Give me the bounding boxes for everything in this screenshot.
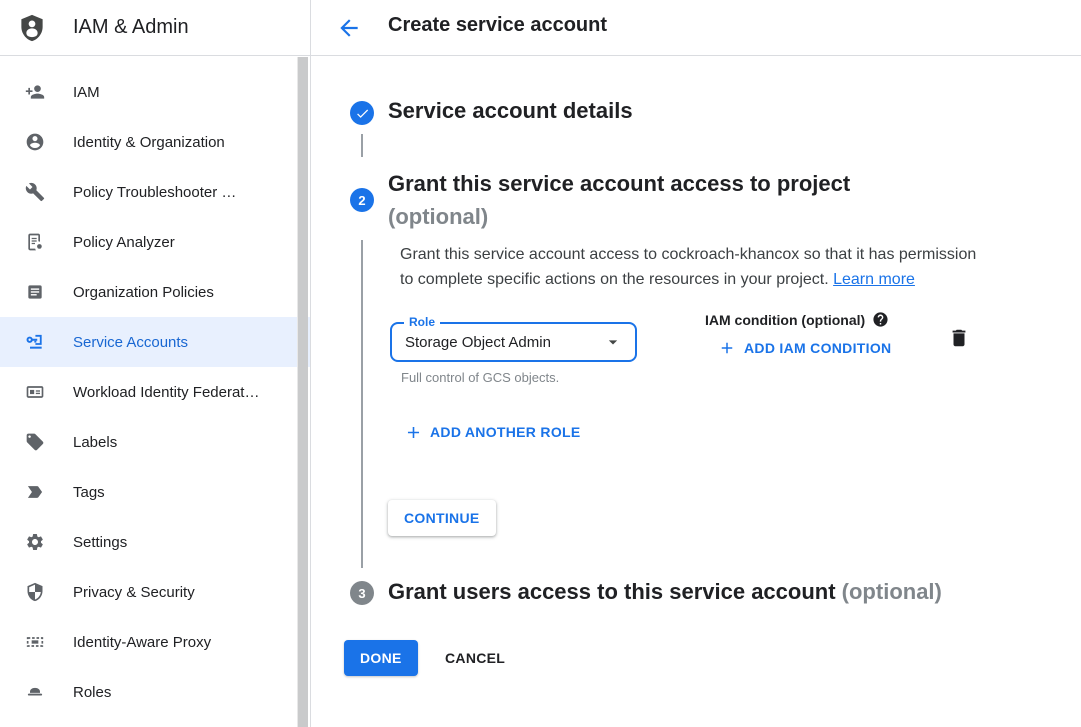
done-button[interactable]: DONE: [344, 640, 418, 676]
step-connector-line: [361, 134, 363, 157]
sidebar-item-label: Identity-Aware Proxy: [73, 634, 211, 651]
trash-icon: [948, 337, 970, 352]
back-arrow-icon: [336, 29, 362, 44]
step2-description: Grant this service account access to coc…: [400, 242, 1040, 292]
policy-analyzer-icon: [25, 232, 45, 252]
wrench-icon: [25, 182, 45, 202]
step3-title: Grant users access to this service accou…: [388, 579, 942, 605]
sidebar-item-label: Identity & Organization: [73, 134, 225, 151]
step3-title-text: Grant users access to this service accou…: [388, 579, 836, 604]
sidebar-header: IAM & Admin: [0, 0, 310, 56]
sidebar-item-label: Service Accounts: [73, 334, 188, 351]
perforated-frame-icon: [25, 632, 45, 652]
step2-title-text: Grant this service account access to pro…: [388, 171, 850, 196]
sidebar-item-label: IAM: [73, 84, 100, 101]
sidebar-item-label: Policy Analyzer: [73, 234, 175, 251]
iam-shield-icon: [17, 13, 47, 43]
sidebar-item-label: Settings: [73, 534, 127, 551]
page-header: Create service account: [311, 0, 1081, 56]
learn-more-link[interactable]: Learn more: [833, 271, 915, 288]
sidebar-item-tags[interactable]: Tags: [0, 467, 310, 517]
step3-number-icon: 3: [350, 581, 374, 605]
add-another-role-button[interactable]: ADD ANOTHER ROLE: [404, 423, 581, 441]
sidebar-item-iam[interactable]: IAM: [0, 67, 310, 117]
label-important-icon: [25, 482, 45, 502]
step2-number: 2: [358, 193, 365, 208]
step2-connector-line: [361, 240, 363, 568]
sidebar-item-labels[interactable]: Labels: [0, 417, 310, 467]
sidebar-item-settings[interactable]: Settings: [0, 517, 310, 567]
sidebar-item-identity-organization[interactable]: Identity & Organization: [0, 117, 310, 167]
step3-optional-label: (optional): [842, 579, 942, 604]
plus-icon: [404, 423, 422, 441]
product-name: IAM & Admin: [73, 16, 189, 39]
step2-title: Grant this service account access to pro…: [388, 167, 850, 233]
gear-icon: [25, 532, 45, 552]
sidebar: IAM & Admin IAM Identity & Organization …: [0, 0, 311, 727]
step2-optional-label: (optional): [388, 204, 488, 229]
sidebar-item-label: Organization Policies: [73, 284, 214, 301]
cancel-button[interactable]: CANCEL: [433, 640, 517, 676]
key-icon: [25, 332, 45, 352]
add-another-role-label: ADD ANOTHER ROLE: [430, 424, 581, 440]
chevron-down-icon: [603, 332, 623, 352]
delete-role-button[interactable]: [948, 327, 970, 351]
sidebar-item-privacy-security[interactable]: Privacy & Security: [0, 567, 310, 617]
sidebar-item-service-accounts[interactable]: Service Accounts: [0, 317, 310, 367]
card-icon: [25, 382, 45, 402]
sidebar-item-workload-identity-federation[interactable]: Workload Identity Federat…: [0, 367, 310, 417]
sidebar-item-label: Roles: [73, 684, 111, 701]
account-circle-icon: [25, 132, 45, 152]
sidebar-item-policy-analyzer[interactable]: Policy Analyzer: [0, 217, 310, 267]
sidebar-item-label: Policy Troubleshooter …: [73, 184, 236, 201]
role-helper-text: Full control of GCS objects.: [401, 370, 559, 385]
sidebar-item-policy-troubleshooter[interactable]: Policy Troubleshooter …: [0, 167, 310, 217]
sidebar-scrollbar[interactable]: [297, 57, 308, 727]
sidebar-item-organization-policies[interactable]: Organization Policies: [0, 267, 310, 317]
step3-number: 3: [358, 586, 365, 601]
step1-title: Service account details: [388, 98, 633, 124]
role-select-value: Storage Object Admin: [405, 334, 603, 351]
role-select-label: Role: [404, 315, 440, 329]
hat-icon: [25, 682, 45, 702]
sidebar-item-label: Labels: [73, 434, 117, 451]
check-icon: [355, 106, 370, 121]
role-select[interactable]: Role Storage Object Admin: [390, 322, 637, 362]
step2-number-icon: 2: [350, 188, 374, 212]
main-content: Create service account Service account d…: [311, 0, 1081, 727]
sidebar-nav: IAM Identity & Organization Policy Troub…: [0, 56, 310, 717]
sidebar-item-label: Tags: [73, 484, 105, 501]
page-title: Create service account: [388, 14, 607, 37]
shield-icon: [25, 582, 45, 602]
step2-description-line2: to complete specific actions on the reso…: [400, 271, 829, 288]
iam-condition-label: IAM condition (optional): [705, 311, 889, 328]
label-tag-icon: [25, 432, 45, 452]
add-iam-condition-label: ADD IAM CONDITION: [744, 340, 891, 356]
step1-completed-icon: [350, 101, 374, 125]
person-add-icon: [25, 82, 45, 102]
continue-button[interactable]: CONTINUE: [388, 500, 496, 536]
sidebar-item-label: Privacy & Security: [73, 584, 195, 601]
step2-description-line1: Grant this service account access to coc…: [400, 246, 976, 263]
sidebar-item-identity-aware-proxy[interactable]: Identity-Aware Proxy: [0, 617, 310, 667]
article-icon: [25, 282, 45, 302]
sidebar-item-label: Workload Identity Federat…: [73, 384, 259, 401]
sidebar-item-roles[interactable]: Roles: [0, 667, 310, 717]
back-arrow-button[interactable]: [336, 15, 362, 41]
plus-icon: [718, 339, 736, 357]
add-iam-condition-button[interactable]: ADD IAM CONDITION: [718, 339, 891, 357]
iam-condition-label-text: IAM condition (optional): [705, 312, 865, 328]
iam-admin-console: IAM & Admin IAM Identity & Organization …: [0, 0, 1081, 727]
help-icon[interactable]: [872, 311, 889, 328]
